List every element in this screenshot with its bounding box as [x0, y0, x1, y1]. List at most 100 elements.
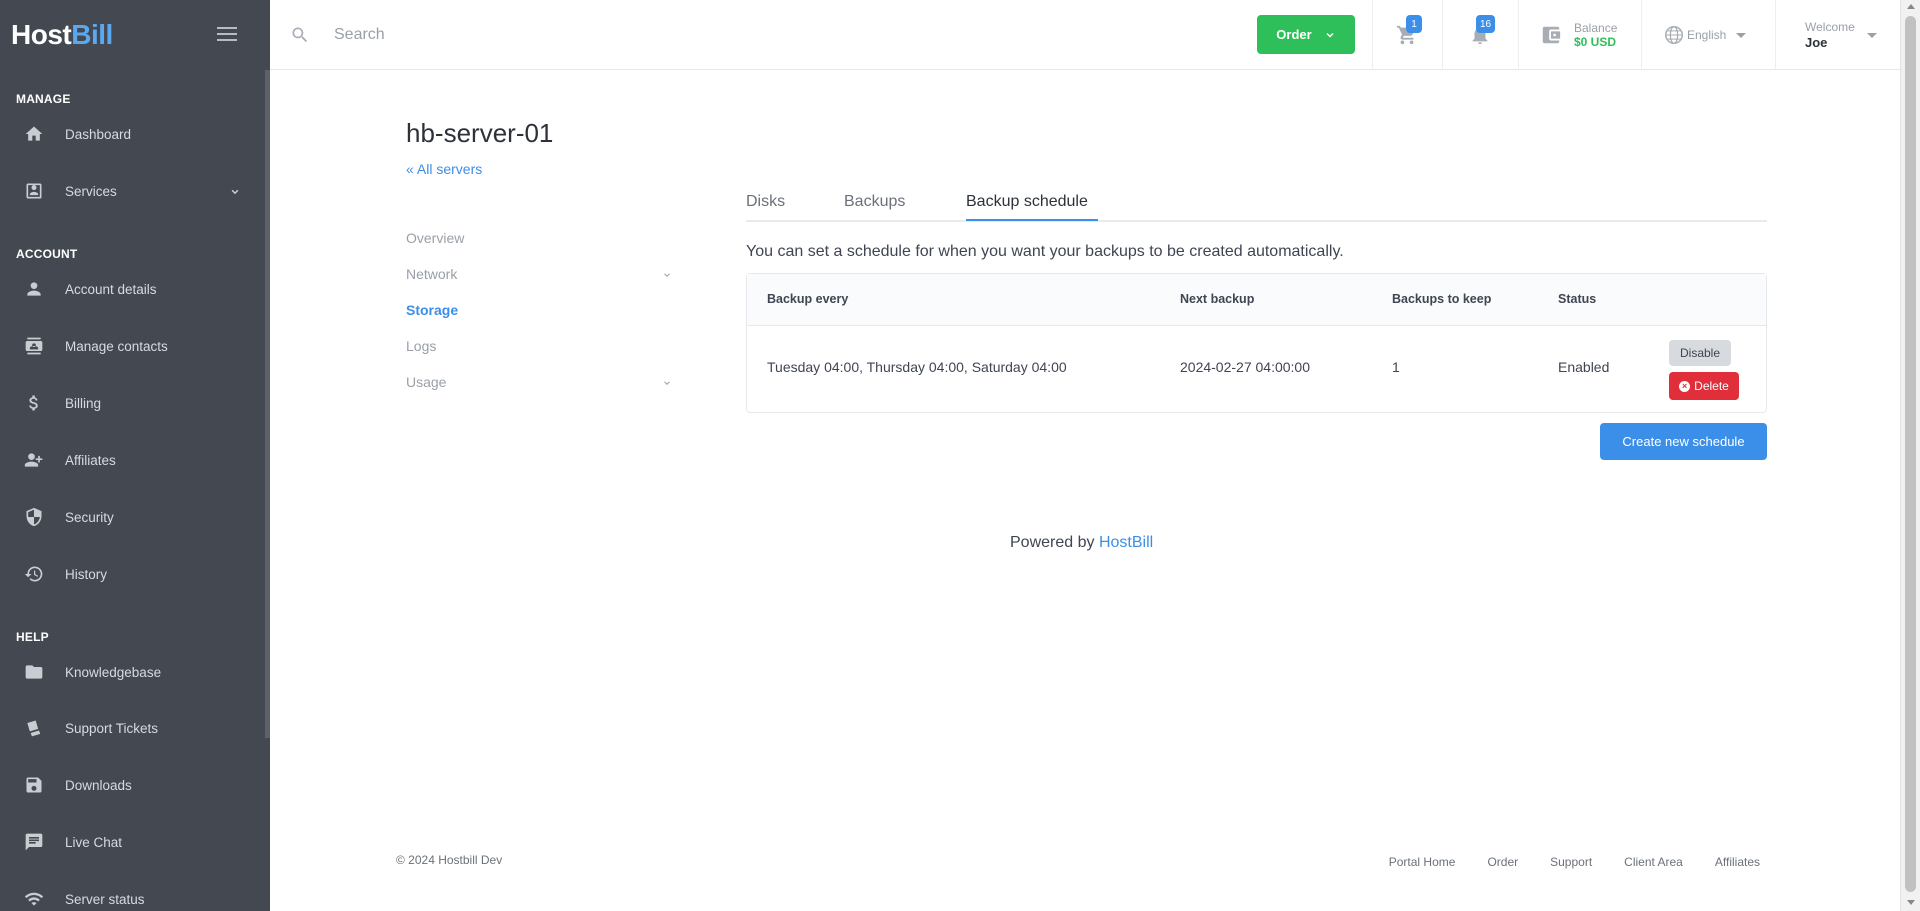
sidebar-item-label: Manage contacts [65, 338, 168, 354]
user-name: Joe [1805, 35, 1828, 50]
cell-backup-every: Tuesday 04:00, Thursday 04:00, Saturday … [767, 359, 1067, 375]
language-selector[interactable]: English [1663, 0, 1747, 70]
chevron-down-icon [664, 273, 670, 277]
order-button[interactable]: Order [1257, 15, 1355, 54]
sidebar-item-dashboard[interactable]: Dashboard [0, 114, 265, 154]
delete-button-label: Delete [1694, 379, 1729, 393]
tab-backup-schedule[interactable]: Backup schedule [966, 193, 1088, 211]
powered-by: Powered by HostBill [1010, 534, 1153, 552]
chevron-down-icon [664, 381, 670, 385]
person-icon [23, 278, 45, 300]
search-input[interactable] [334, 20, 934, 50]
folder-icon [23, 661, 45, 683]
cart-button[interactable] [1372, 0, 1442, 70]
sidebar-item-label: Billing [65, 395, 102, 411]
subnav-network[interactable]: Network [406, 266, 672, 282]
balance-widget[interactable]: Balance $0 USD [1540, 0, 1617, 70]
sidebar-item-history[interactable]: History [0, 554, 265, 594]
sidebar: HostBill MANAGE Dashboard Services ACCOU… [0, 0, 270, 911]
sidebar-item-label: Knowledgebase [65, 664, 162, 680]
sidebar-item-manage-contacts[interactable]: Manage contacts [0, 326, 265, 366]
all-servers-link[interactable]: « All servers [406, 161, 482, 177]
delete-button[interactable]: × Delete [1669, 372, 1739, 400]
sidebar-item-label: Server status [65, 891, 145, 907]
balance-value: $0 USD [1574, 35, 1617, 49]
sidebar-item-label: Live Chat [65, 834, 123, 850]
sidebar-item-live-chat[interactable]: Live Chat [0, 822, 265, 862]
section-account: ACCOUNT [16, 247, 78, 261]
sidebar-item-label: Support Tickets [65, 720, 159, 736]
sidebar-item-security[interactable]: Security [0, 497, 265, 537]
save-icon [23, 774, 45, 796]
user-menu[interactable]: Welcome Joe [1805, 0, 1877, 70]
col-next-backup: Next backup [1180, 292, 1255, 306]
logo-host-text: Host [11, 19, 72, 50]
balance-label: Balance [1574, 21, 1618, 35]
sidebar-item-label: Affiliates [65, 452, 116, 468]
section-manage: MANAGE [16, 92, 71, 106]
logo-bill-text: Bill [71, 19, 113, 50]
services-icon [23, 180, 45, 202]
sidebar-scrollbar[interactable] [265, 70, 270, 738]
close-circle-icon: × [1679, 380, 1691, 392]
sidebar-item-account-details[interactable]: Account details [0, 269, 265, 309]
col-status: Status [1558, 292, 1597, 306]
col-backup-every: Backup every [767, 292, 849, 306]
caret-down-icon [1736, 32, 1747, 38]
scrollbar-thumb[interactable] [1905, 16, 1916, 892]
powered-by-text: Powered by [1010, 534, 1095, 551]
hostbill-link[interactable]: HostBill [1099, 534, 1153, 551]
footer-link-affiliates[interactable]: Affiliates [1715, 855, 1760, 869]
welcome-label: Welcome [1805, 20, 1855, 34]
footer-link-support[interactable]: Support [1550, 855, 1592, 869]
order-button-label: Order [1276, 27, 1312, 42]
shield-icon [23, 506, 45, 528]
sidebar-item-services[interactable]: Services [0, 171, 265, 211]
chevron-down-icon [1326, 32, 1334, 38]
page-scrollbar[interactable] [1900, 0, 1920, 911]
subnav-label: Usage [406, 374, 447, 390]
storage-tabs: Disks Backups Backup schedule [746, 190, 1767, 222]
footer-link-order[interactable]: Order [1487, 855, 1518, 869]
history-icon [23, 563, 45, 585]
sidebar-item-knowledgebase[interactable]: Knowledgebase [0, 652, 265, 692]
contacts-icon [23, 335, 45, 357]
affiliates-icon [23, 449, 45, 471]
sidebar-item-billing[interactable]: Billing [0, 383, 265, 423]
sidebar-item-server-status[interactable]: Server status [0, 879, 265, 911]
footer-link-client-area[interactable]: Client Area [1624, 855, 1683, 869]
cell-next-backup: 2024-02-27 04:00:00 [1180, 359, 1310, 375]
footer-links: Portal Home Order Support Client Area Af… [1389, 855, 1760, 869]
disable-button[interactable]: Disable [1669, 340, 1731, 366]
scroll-up-arrow-icon[interactable] [1907, 4, 1915, 9]
cart-count-badge: 1 [1406, 15, 1422, 33]
schedule-table: Backup every Next backup Backups to keep… [746, 273, 1767, 413]
footer-link-portal-home[interactable]: Portal Home [1389, 855, 1456, 869]
chevron-down-icon [231, 189, 239, 195]
col-backups-to-keep: Backups to keep [1392, 292, 1492, 306]
tab-disks[interactable]: Disks [746, 193, 785, 211]
page-title: hb-server-01 [406, 118, 554, 148]
table-header: Backup every Next backup Backups to keep… [747, 274, 1766, 326]
sidebar-item-label: Account details [65, 281, 157, 297]
tab-backups[interactable]: Backups [844, 193, 905, 211]
sidebar-item-affiliates[interactable]: Affiliates [0, 440, 265, 480]
wallet-icon [1542, 26, 1561, 44]
search-icon [292, 27, 308, 43]
subnav-overview[interactable]: Overview [406, 230, 672, 246]
sidebar-item-support-tickets[interactable]: Support Tickets [0, 708, 265, 748]
menu-toggle-icon[interactable] [217, 27, 237, 41]
schedule-intro-text: You can set a schedule for when you want… [746, 243, 1344, 260]
cell-backups-to-keep: 1 [1392, 359, 1400, 375]
scroll-down-arrow-icon[interactable] [1907, 900, 1915, 905]
globe-icon [1665, 26, 1683, 44]
sidebar-item-downloads[interactable]: Downloads [0, 765, 265, 805]
subnav-usage[interactable]: Usage [406, 374, 672, 390]
hostbill-logo[interactable]: HostBill [11, 19, 113, 51]
subnav-logs[interactable]: Logs [406, 338, 672, 354]
sidebar-item-label: Services [65, 183, 117, 199]
subnav-storage[interactable]: Storage [406, 302, 672, 318]
notifications-button[interactable] [1442, 0, 1518, 70]
top-header: Order 1 16 Balance $0 USD English Welcom… [270, 0, 1900, 70]
create-new-schedule-button[interactable]: Create new schedule [1600, 423, 1767, 460]
